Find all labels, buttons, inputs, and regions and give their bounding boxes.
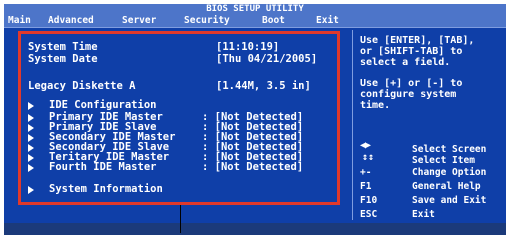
help-line: Use [ENTER], [TAB], (360, 35, 475, 46)
key-desc: Save and Exit (412, 195, 487, 206)
bios-screen: BIOS SETUP UTILITY Main Advanced Server … (4, 4, 506, 235)
up-down-arrows-icon: ↕↕ (362, 152, 375, 163)
left-right-arrows-icon: ◀▶ (360, 140, 371, 151)
key-name: F1 (360, 181, 372, 192)
key-name: ESC (360, 209, 378, 220)
key-desc: General Help (412, 181, 481, 192)
key-desc: Change Option (412, 167, 487, 178)
menu-exit[interactable]: Exit (316, 15, 339, 27)
key-desc: Exit (412, 209, 435, 220)
menu-underline (4, 27, 506, 28)
help-line: time. (360, 100, 391, 111)
key-desc: Select Screen (412, 144, 487, 155)
bios-title: BIOS SETUP UTILITY (4, 4, 506, 15)
key-desc: Select Item (412, 155, 475, 166)
key-name: F10 (360, 195, 378, 206)
help-line: select a field. (360, 57, 451, 68)
help-line: Use [+] or [-] to (360, 78, 463, 89)
menu-security[interactable]: Security (184, 15, 230, 27)
callout-line (180, 205, 181, 233)
help-line: configure system (360, 89, 457, 100)
panel-divider (352, 30, 353, 220)
menu-main[interactable]: Main (8, 15, 31, 27)
menu-server[interactable]: Server (122, 15, 156, 27)
bottom-bar (4, 223, 506, 235)
key-name: +- (360, 167, 372, 178)
highlight-box (18, 31, 340, 205)
menu-boot[interactable]: Boot (262, 15, 285, 27)
menu-advanced[interactable]: Advanced (48, 15, 94, 27)
menu-bar: Main Advanced Server Security Boot Exit (4, 15, 506, 27)
help-line: or [SHIFT-TAB] to (360, 46, 463, 57)
